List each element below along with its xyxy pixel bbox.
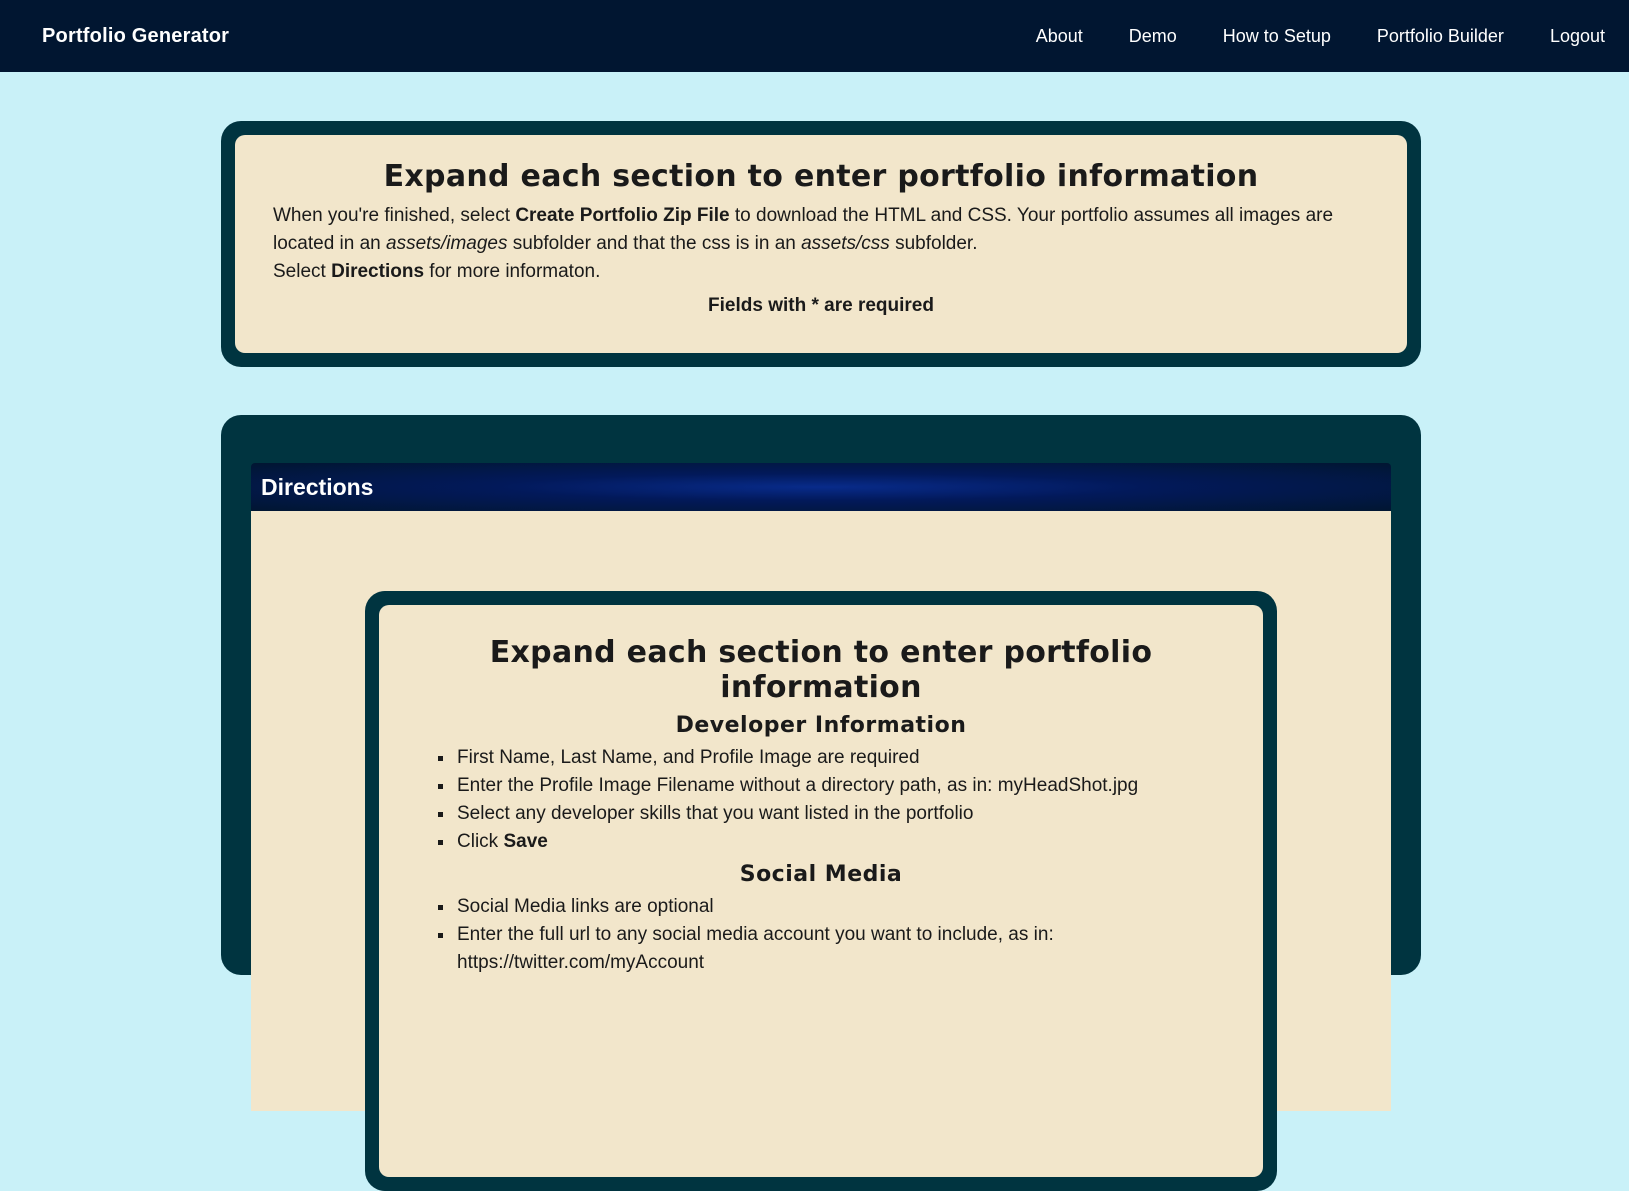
list-item: Select any developer skills that you wan… (455, 800, 1225, 828)
intro-bold-create-zip: Create Portfolio Zip File (515, 205, 730, 226)
list-item: Click Save (455, 828, 1225, 856)
intro-bold-directions: Directions (331, 261, 425, 282)
nav-link-logout[interactable]: Logout (1550, 26, 1605, 47)
list-item: Enter the full url to any social media a… (455, 921, 1225, 977)
intro-text: Select (273, 261, 332, 282)
intro-text: When you're finished, select (273, 205, 516, 226)
intro-italic-images-path: assets/images (386, 233, 508, 254)
directions-accordion-header[interactable]: Directions (251, 463, 1391, 511)
social-media-heading: Social Media (739, 862, 903, 887)
social-media-list: Social Media links are optional Enter th… (417, 893, 1225, 977)
nav-link-how-to-setup[interactable]: How to Setup (1223, 26, 1331, 47)
nav-link-demo[interactable]: Demo (1129, 26, 1177, 47)
nav-links: About Demo How to Setup Portfolio Builde… (1036, 26, 1605, 47)
brand-logo-text[interactable]: Portfolio Generator (42, 25, 229, 48)
list-item: First Name, Last Name, and Profile Image… (455, 744, 1225, 772)
directions-card: Expand each section to enter portfolio i… (365, 591, 1277, 1191)
list-item: Enter the Profile Image Filename without… (455, 772, 1225, 800)
top-navbar: Portfolio Generator About Demo How to Se… (0, 0, 1629, 72)
nav-link-portfolio-builder[interactable]: Portfolio Builder (1377, 26, 1504, 47)
list-item-text: Click (457, 831, 504, 852)
developer-info-heading: Developer Information (675, 713, 967, 738)
directions-header-label: Directions (261, 473, 374, 500)
intro-text: for more informaton. (424, 261, 601, 282)
intro-text: subfolder and that the css is in an (507, 233, 802, 254)
intro-instructions: When you're finished, select Create Port… (273, 202, 1369, 258)
list-item-bold-save: Save (503, 831, 548, 852)
nav-link-about[interactable]: About (1036, 26, 1083, 47)
intro-title: Expand each section to enter portfolio i… (383, 159, 1259, 194)
intro-text: subfolder. (889, 233, 978, 254)
intro-directions-hint: Select Directions for more informaton. (273, 258, 1369, 286)
intro-italic-css-path: assets/css (801, 233, 890, 254)
builder-panel: Directions Expand each section to enter … (221, 415, 1421, 1191)
developer-info-list: First Name, Last Name, and Profile Image… (417, 744, 1225, 856)
directions-title: Expand each section to enter portfolio i… (489, 635, 1153, 705)
list-item: Social Media links are optional (455, 893, 1225, 921)
intro-panel-body: Expand each section to enter portfolio i… (235, 135, 1407, 353)
directions-accordion-body: Expand each section to enter portfolio i… (251, 511, 1391, 1191)
intro-panel: Expand each section to enter portfolio i… (221, 121, 1421, 367)
required-fields-note: Fields with * are required (708, 295, 934, 316)
directions-card-body: Expand each section to enter portfolio i… (379, 605, 1263, 1177)
